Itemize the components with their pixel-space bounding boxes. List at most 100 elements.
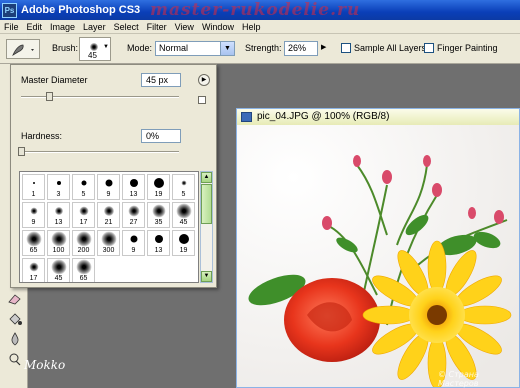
brush-preset-cell[interactable]: 21	[97, 202, 120, 228]
soft-round-brush-icon	[128, 205, 139, 217]
brush-preset-cell[interactable]: 45	[172, 202, 195, 228]
brush-size-label: 13	[54, 219, 63, 226]
image-canvas[interactable]	[237, 125, 519, 387]
brush-size-label: 45	[54, 275, 63, 282]
brush-preset-cell[interactable]: 9	[97, 174, 120, 200]
soft-round-brush-icon	[51, 231, 66, 247]
hardness-field[interactable]: 0%	[141, 129, 181, 143]
brush-size-label: 3	[56, 191, 61, 198]
brush-size-label: 65	[79, 275, 88, 282]
site-watermark: master-rukodelie.ru	[150, 0, 361, 20]
scroll-up-icon[interactable]: ▲	[201, 172, 212, 183]
hardness-slider-thumb[interactable]	[18, 147, 25, 156]
brush-preset-cell[interactable]: 45	[47, 258, 70, 282]
hard-round-brush-icon	[178, 234, 189, 244]
flower-photo	[237, 125, 519, 387]
brush-preset-list: 1 3 5 9 13 19 5 9 13 17 21 27 35 45 65 100 200 300 9 13 19 17…	[19, 171, 199, 283]
master-diameter-slider-thumb[interactable]	[46, 92, 54, 101]
brush-size-label: 200	[77, 247, 90, 254]
menu-select[interactable]: Select	[110, 22, 143, 32]
smudge-tool-icon	[12, 44, 34, 56]
eraser-tool-icon[interactable]	[7, 292, 23, 306]
master-diameter-slider[interactable]	[21, 96, 179, 98]
scroll-down-icon[interactable]: ▼	[201, 271, 212, 282]
brush-size-label: 5	[81, 191, 86, 198]
hard-round-brush-icon	[153, 178, 164, 188]
brush-size-label: 35	[154, 219, 163, 226]
soft-round-brush-icon	[176, 203, 191, 219]
menu-file[interactable]: File	[0, 22, 23, 32]
master-diameter-field[interactable]: 45 px	[141, 73, 181, 87]
hard-round-brush-icon	[56, 181, 61, 185]
sample-all-layers-checkbox[interactable]	[341, 43, 351, 53]
tool-preset-picker[interactable]	[6, 39, 40, 59]
scrollbar-thumb[interactable]	[201, 184, 212, 224]
menu-image[interactable]: Image	[46, 22, 79, 32]
brush-preset-cell[interactable]: 65	[72, 258, 95, 282]
brush-preset-cell[interactable]: 9	[22, 202, 45, 228]
brush-size-label: 100	[52, 247, 65, 254]
brush-preset-cell[interactable]: 200	[72, 230, 95, 256]
document-title-bar[interactable]: pic_04.JPG @ 100% (RGB/8)	[237, 109, 519, 125]
paint-bucket-tool-icon[interactable]	[7, 312, 23, 326]
brush-preset-cell[interactable]: 1	[22, 174, 45, 200]
brush-preset-cell[interactable]: 27	[122, 202, 145, 228]
menu-layer[interactable]: Layer	[79, 22, 110, 32]
brush-preset-cell[interactable]: 3	[47, 174, 70, 200]
create-preset-icon[interactable]	[198, 96, 206, 104]
blur-tool-icon[interactable]	[7, 332, 23, 346]
brush-preset-cell[interactable]: 13	[47, 202, 70, 228]
brush-size-label: 1	[31, 191, 36, 198]
chevron-down-icon: ▼	[103, 44, 109, 50]
brush-size-label: 13	[129, 191, 138, 198]
mode-select[interactable]: Normal ▼	[155, 41, 235, 56]
brush-preset-cell[interactable]: 9	[122, 230, 145, 256]
brush-size-label: 17	[29, 275, 38, 282]
master-diameter-value: 45 px	[146, 75, 169, 85]
brush-preset-cell[interactable]: 19	[172, 230, 195, 256]
menu-view[interactable]: View	[171, 22, 198, 32]
strength-label: Strength:	[245, 43, 282, 53]
dodge-tool-icon[interactable]	[7, 352, 23, 366]
picker-menu-button[interactable]: ▶	[198, 74, 210, 86]
brush-preset-cell[interactable]: 300	[97, 230, 120, 256]
strength-field[interactable]: 26%	[284, 41, 318, 56]
hardness-label: Hardness:	[21, 131, 63, 141]
menu-window[interactable]: Window	[198, 22, 238, 32]
soft-round-brush-icon	[30, 207, 37, 215]
brush-list-scrollbar[interactable]: ▲ ▼	[200, 171, 213, 283]
brush-preset-cell[interactable]: 5	[172, 174, 195, 200]
soft-round-brush-icon	[54, 207, 63, 215]
brush-preset-cell[interactable]: 13	[147, 230, 170, 256]
sample-all-layers-label: Sample All Layers	[354, 43, 427, 53]
hard-round-brush-icon	[154, 235, 163, 243]
brush-size-label: 19	[179, 247, 188, 254]
soft-round-brush-icon	[51, 259, 66, 275]
brush-preset-cell[interactable]: 35	[147, 202, 170, 228]
brush-preset-cell[interactable]: 5	[72, 174, 95, 200]
brush-size-label: 45	[179, 219, 188, 226]
soft-round-brush-icon	[79, 206, 88, 216]
menu-bar: File Edit Image Layer Select Filter View…	[0, 20, 520, 34]
document-window[interactable]: pic_04.JPG @ 100% (RGB/8)	[236, 108, 520, 388]
menu-help[interactable]: Help	[238, 22, 265, 32]
finger-painting-checkbox[interactable]	[424, 43, 434, 53]
brush-preset-cell[interactable]: 13	[122, 174, 145, 200]
brush-preset-cell[interactable]: 100	[47, 230, 70, 256]
app-title: Adobe Photoshop CS3	[21, 4, 141, 16]
menu-filter[interactable]: Filter	[143, 22, 171, 32]
site-watermark-bottom: © Страна Мастеров	[438, 370, 479, 388]
brush-preset-grid: 1 3 5 9 13 19 5 9 13 17 21 27 35 45 65 100 200 300 9 13 19 17…	[22, 174, 195, 282]
hardness-slider[interactable]	[21, 151, 179, 153]
brush-label: Brush:	[52, 43, 79, 53]
brush-size-label: 17	[79, 219, 88, 226]
brush-preset-cell[interactable]: 19	[147, 174, 170, 200]
finger-painting-label: Finger Painting	[437, 43, 498, 53]
menu-edit[interactable]: Edit	[23, 22, 47, 32]
brush-preset-cell[interactable]: 17	[22, 258, 45, 282]
soft-round-brush-icon	[26, 231, 41, 247]
brush-preset-cell[interactable]: 17	[72, 202, 95, 228]
brush-preset-cell[interactable]: 65	[22, 230, 45, 256]
brush-size-label: 9	[106, 191, 111, 198]
strength-arrow-icon[interactable]: ▶	[321, 43, 326, 51]
